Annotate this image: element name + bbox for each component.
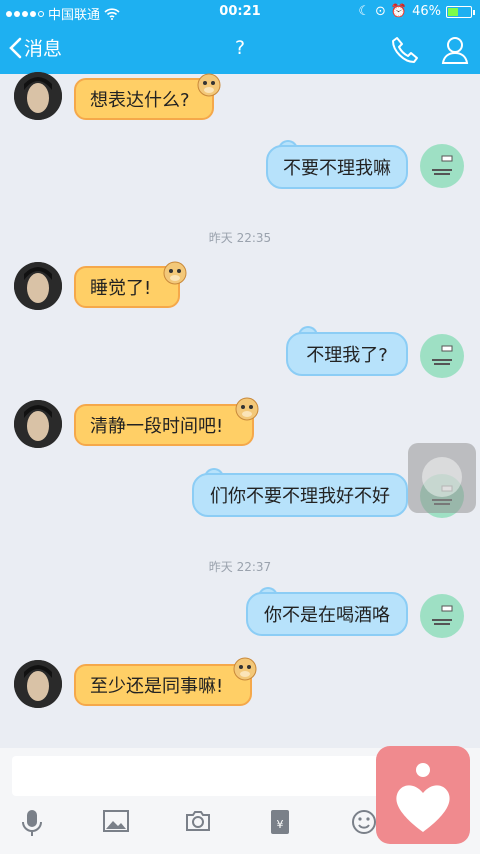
status-bar: 中国联通 00:21 ☾ ⊙ ⏰ 46% [0,0,480,24]
monkey-decoration-icon [163,261,187,285]
alarm-icon: ⏰ [390,4,408,19]
monkey-decoration-icon [233,657,257,681]
message-bubble[interactable]: 不理我了? [286,332,408,376]
message-text: 们你不要不理我好不好 [210,486,390,507]
contact-avatar[interactable] [14,400,62,448]
moon-icon: ☾ [358,4,370,19]
battery-percent: 46% [412,4,441,19]
message-text: 你不是在喝酒咯 [264,605,390,626]
message-text: 睡觉了! [90,278,152,299]
contact-avatar[interactable] [14,262,62,310]
message-text: 至少还是同事嘛! [90,676,224,697]
microphone-icon[interactable] [20,808,44,838]
rotation-lock-icon: ⊙ [375,4,386,19]
my-avatar[interactable] [420,144,464,188]
message-bubble[interactable]: 至少还是同事嘛! [74,664,252,706]
monkey-decoration-icon [235,397,259,421]
message-text: 清静一段时间吧! [90,416,224,437]
contact-avatar[interactable] [14,72,62,120]
message-text: 想表达什么? [90,90,190,111]
assistive-touch-button[interactable] [408,443,476,513]
message-bubble[interactable]: 们你不要不理我好不好 [192,473,408,517]
message-bubble[interactable]: 你不是在喝酒咯 [246,592,408,636]
timestamp: 昨天 22:35 [208,231,272,245]
heart-floating-button[interactable] [376,746,470,844]
monkey-decoration-icon [197,73,221,97]
my-avatar[interactable] [420,594,464,638]
message-bubble[interactable]: 不要不理我嘛 [266,145,408,189]
heart-icon [396,763,450,832]
emoji-icon[interactable] [350,808,378,836]
nav-bar: 消息 ? [0,24,480,74]
message-input[interactable] [12,756,382,796]
my-avatar[interactable] [420,334,464,378]
phone-icon[interactable] [390,35,420,65]
red-envelope-icon[interactable]: ¥ [268,808,292,836]
message-bubble[interactable]: 清静一段时间吧! [74,404,254,446]
message-text: 不理我了? [306,345,388,366]
timestamp: 昨天 22:37 [208,560,272,574]
user-icon[interactable] [440,35,470,65]
camera-icon[interactable] [184,808,212,834]
battery-icon [446,5,475,18]
image-icon[interactable] [102,808,130,834]
contact-avatar[interactable] [14,660,62,708]
message-text: 不要不理我嘛 [283,158,391,179]
svg-text:¥: ¥ [277,818,284,831]
message-bubble[interactable]: 想表达什么? [74,78,214,120]
